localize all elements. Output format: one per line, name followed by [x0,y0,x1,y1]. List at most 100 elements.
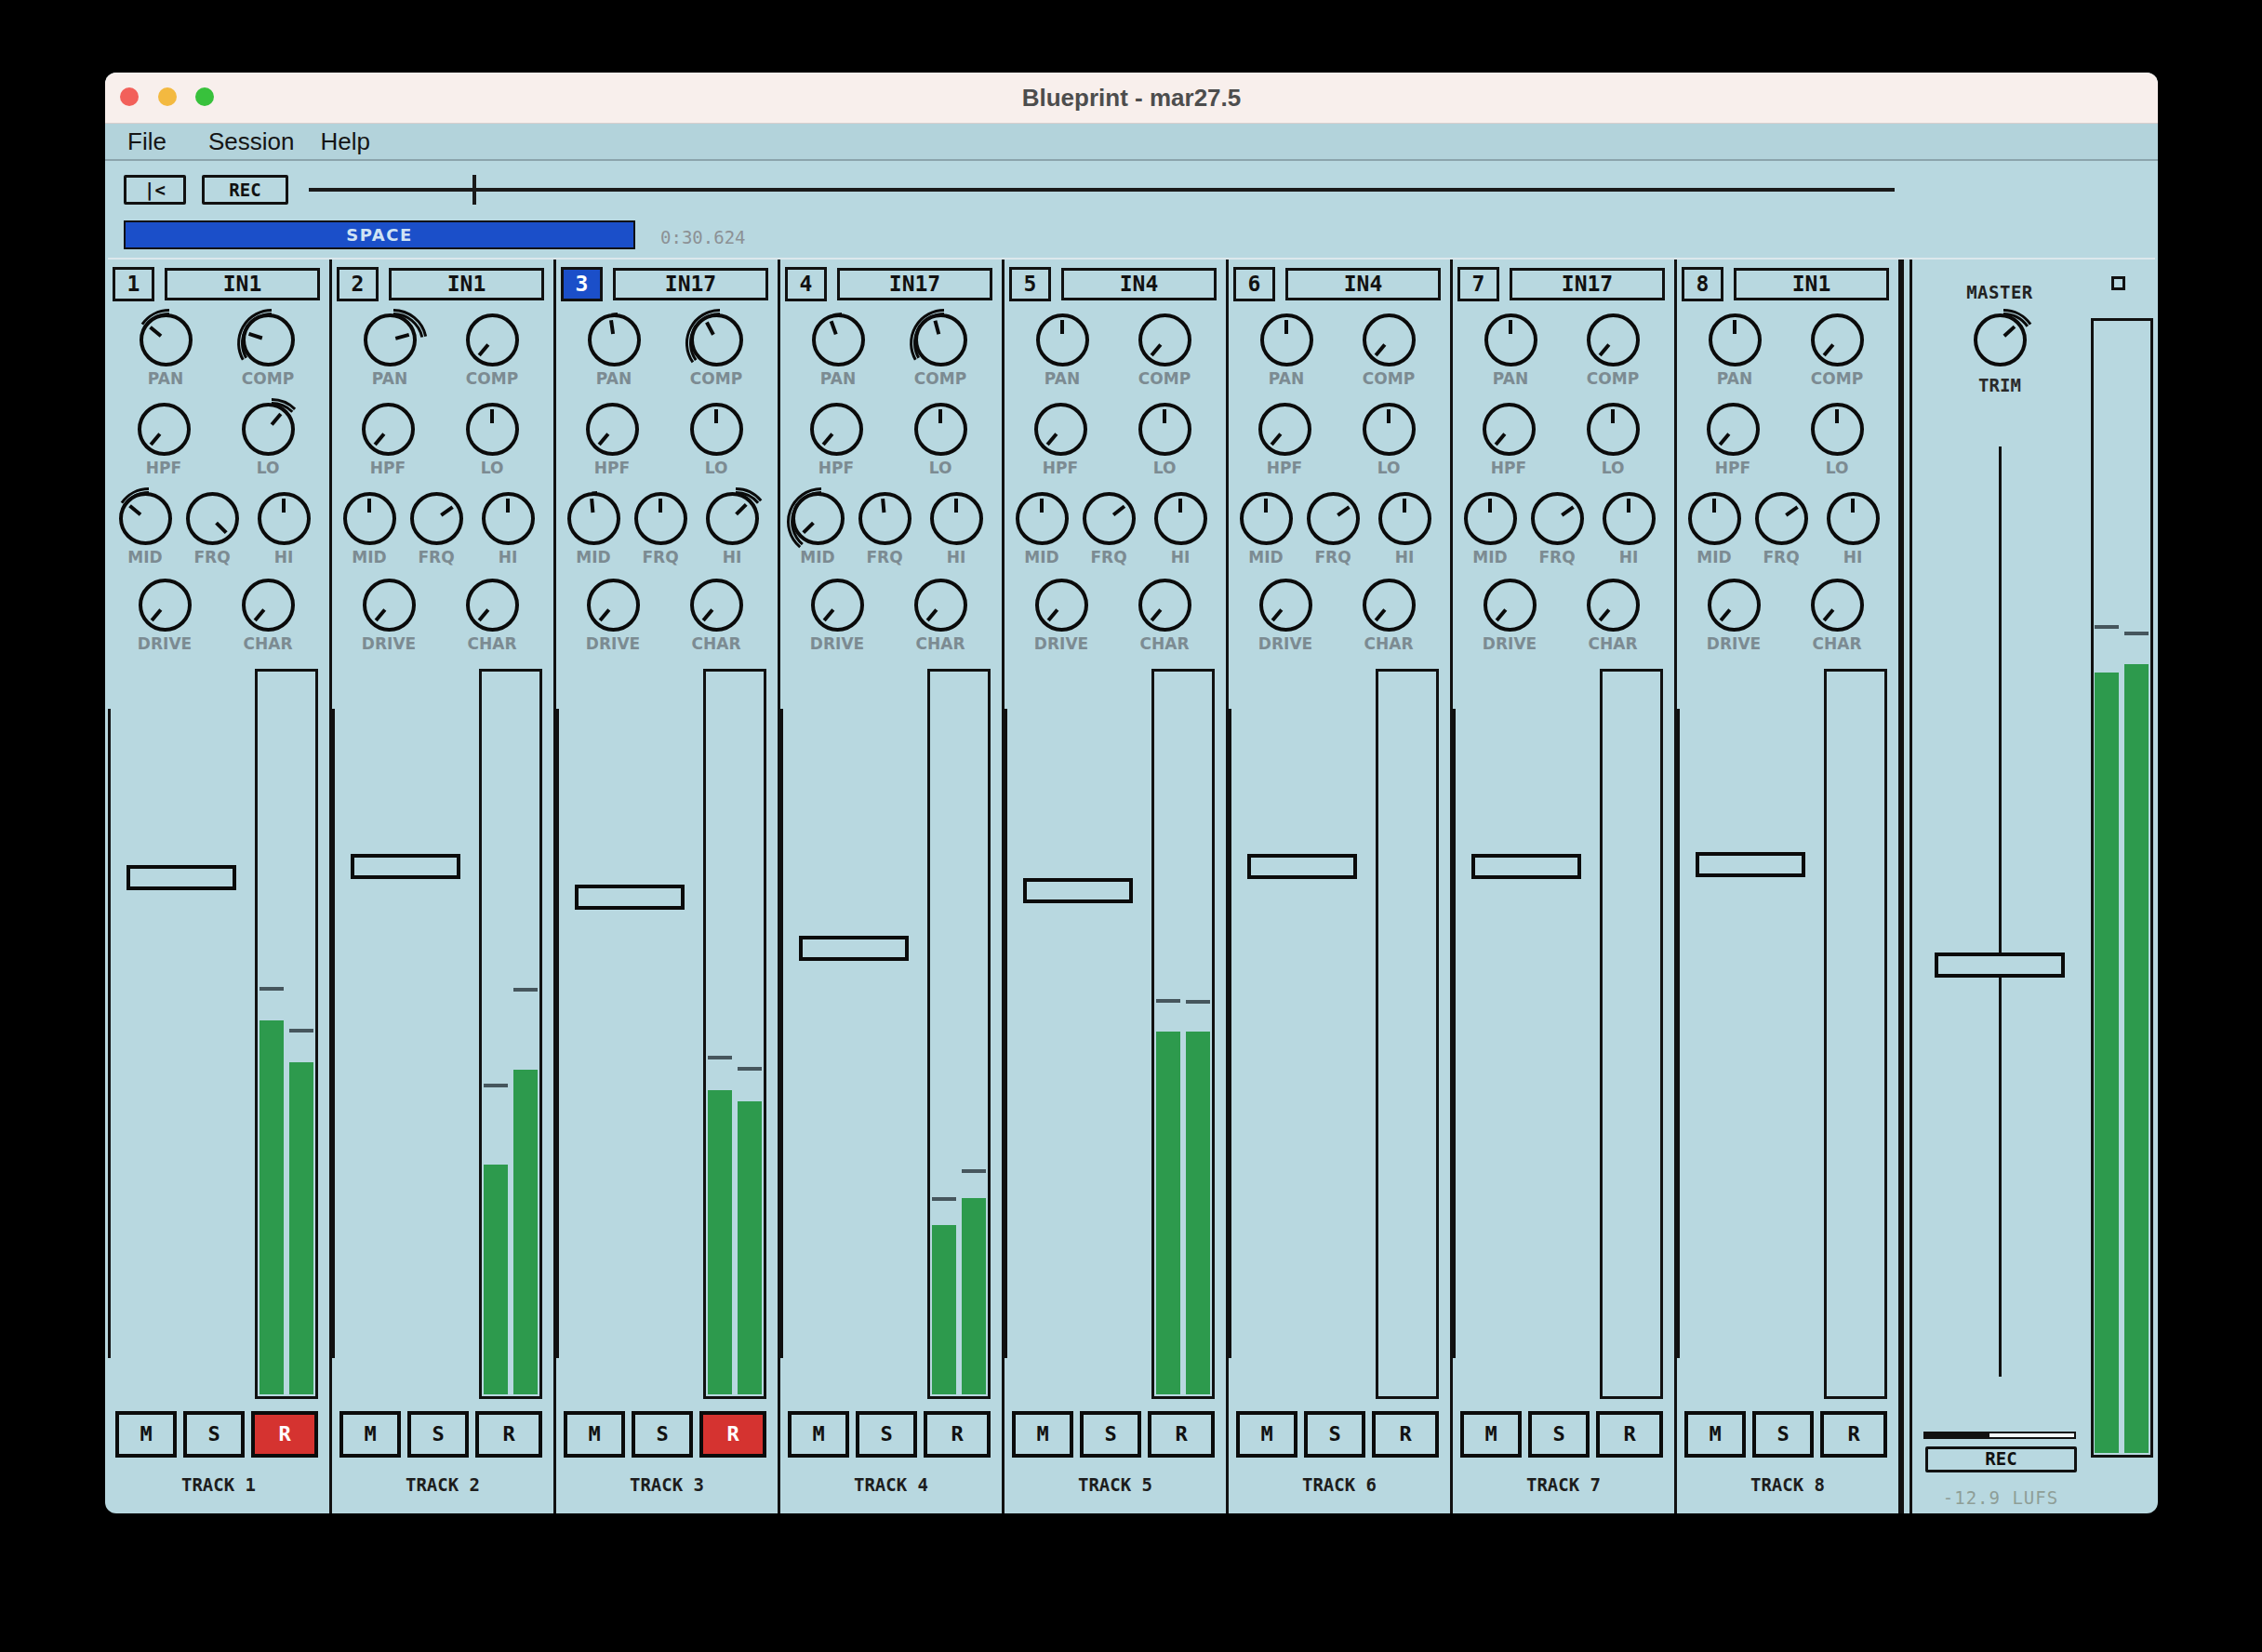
char-knob[interactable] [1587,579,1640,632]
input-label[interactable]: IN4 [1285,268,1441,300]
comp-knob[interactable] [466,313,519,366]
input-label[interactable]: IN1 [1734,268,1889,300]
comp-knob[interactable] [1811,313,1864,366]
mute-button[interactable]: M [115,1411,177,1458]
frq-knob[interactable] [634,492,687,545]
mid-knob[interactable] [343,492,396,545]
mid-knob[interactable] [567,492,620,545]
channel-number[interactable]: 7 [1457,267,1499,301]
char-knob[interactable] [690,579,743,632]
input-label[interactable]: IN1 [389,268,544,300]
hi-knob[interactable] [1827,492,1880,545]
trim-knob[interactable] [1974,313,2027,366]
record-arm-button[interactable]: R [1148,1411,1215,1458]
pan-knob[interactable] [588,313,641,366]
mute-button[interactable]: M [788,1411,849,1458]
menu-session[interactable]: Session [208,127,295,156]
mute-button[interactable]: M [1236,1411,1297,1458]
solo-button[interactable]: S [1304,1411,1365,1458]
playhead-marker[interactable] [472,175,476,205]
char-knob[interactable] [1138,579,1191,632]
hpf-knob[interactable] [1034,403,1087,456]
mute-button[interactable]: M [1460,1411,1522,1458]
solo-button[interactable]: S [856,1411,917,1458]
record-arm-button[interactable]: R [924,1411,991,1458]
char-knob[interactable] [1363,579,1416,632]
menu-help[interactable]: Help [320,127,369,156]
comp-knob[interactable] [914,313,967,366]
lo-knob[interactable] [1363,403,1416,456]
input-label[interactable]: IN17 [1510,268,1665,300]
mute-button[interactable]: M [564,1411,625,1458]
drive-knob[interactable] [139,579,192,632]
pan-knob[interactable] [1260,313,1313,366]
fader-handle[interactable] [799,936,909,961]
frq-knob[interactable] [410,492,463,545]
hpf-knob[interactable] [138,403,191,456]
menu-file[interactable]: File [127,127,166,156]
comp-knob[interactable] [1138,313,1191,366]
fader-handle[interactable] [1023,878,1133,903]
channel-number[interactable]: 5 [1009,267,1051,301]
hi-knob[interactable] [1378,492,1431,545]
mid-knob[interactable] [1464,492,1517,545]
mute-button[interactable]: M [1684,1411,1746,1458]
solo-button[interactable]: S [407,1411,469,1458]
master-rec-button[interactable]: REC [1925,1446,2077,1472]
drive-knob[interactable] [1035,579,1088,632]
lo-knob[interactable] [242,403,295,456]
comp-knob[interactable] [1363,313,1416,366]
drive-knob[interactable] [363,579,416,632]
char-knob[interactable] [242,579,295,632]
input-label[interactable]: IN1 [165,268,320,300]
mid-knob[interactable] [1688,492,1741,545]
record-arm-button[interactable]: R [699,1411,766,1458]
channel-number[interactable]: 6 [1233,267,1275,301]
hpf-knob[interactable] [810,403,863,456]
record-button[interactable]: REC [202,175,288,205]
frq-knob[interactable] [1755,492,1808,545]
channel-number[interactable]: 1 [113,267,154,301]
mid-knob[interactable] [792,492,845,545]
hi-knob[interactable] [706,492,759,545]
comp-knob[interactable] [1587,313,1640,366]
mute-button[interactable]: M [339,1411,401,1458]
frq-knob[interactable] [858,492,911,545]
mute-button[interactable]: M [1012,1411,1073,1458]
char-knob[interactable] [466,579,519,632]
lo-knob[interactable] [1138,403,1191,456]
fader-handle[interactable] [1247,854,1357,879]
lo-knob[interactable] [466,403,519,456]
channel-number[interactable]: 3 [561,267,603,301]
channel-number[interactable]: 4 [785,267,827,301]
char-knob[interactable] [1811,579,1864,632]
lo-knob[interactable] [914,403,967,456]
input-label[interactable]: IN17 [613,268,768,300]
record-arm-button[interactable]: R [1372,1411,1439,1458]
char-knob[interactable] [914,579,967,632]
lo-knob[interactable] [1587,403,1640,456]
mid-knob[interactable] [1240,492,1293,545]
pan-knob[interactable] [364,313,417,366]
drive-knob[interactable] [1708,579,1761,632]
record-arm-button[interactable]: R [1596,1411,1663,1458]
comp-knob[interactable] [242,313,295,366]
lo-knob[interactable] [690,403,743,456]
drive-knob[interactable] [1484,579,1537,632]
master-fader-handle[interactable] [1935,953,2065,978]
mid-knob[interactable] [1016,492,1069,545]
fader-handle[interactable] [126,865,236,890]
record-arm-button[interactable]: R [251,1411,318,1458]
drive-knob[interactable] [587,579,640,632]
record-arm-button[interactable]: R [1820,1411,1887,1458]
frq-knob[interactable] [1531,492,1584,545]
master-checkbox[interactable] [2111,276,2125,290]
solo-button[interactable]: S [1080,1411,1141,1458]
channel-number[interactable]: 8 [1682,267,1723,301]
space-play-button[interactable]: SPACE [124,220,635,249]
drive-knob[interactable] [811,579,864,632]
solo-button[interactable]: S [1528,1411,1590,1458]
hpf-knob[interactable] [1483,403,1536,456]
hpf-knob[interactable] [586,403,639,456]
pan-knob[interactable] [1709,313,1762,366]
